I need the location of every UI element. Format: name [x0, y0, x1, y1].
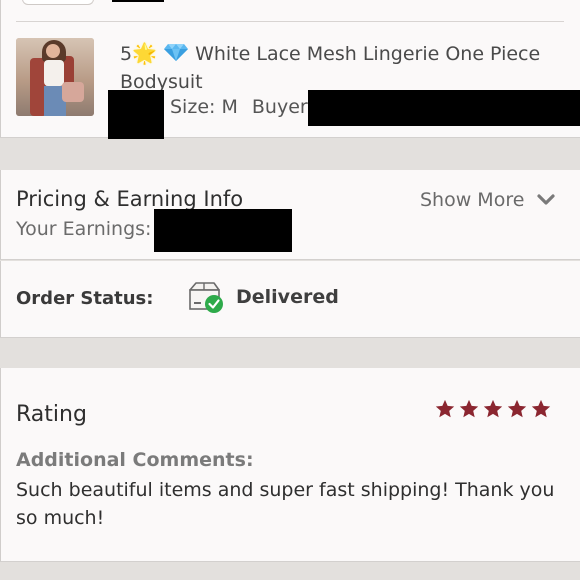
- earnings-label: Your Earnings:: [16, 218, 152, 240]
- section-separator: [0, 139, 580, 170]
- item-meta: Size: M Buyer:: [170, 96, 314, 118]
- gem-icon: [164, 44, 189, 61]
- divider: [16, 21, 564, 22]
- delivered-box-icon: [189, 282, 223, 313]
- item-title[interactable]: 5🌟 White Lace Mesh Lingerie One Piece Bo…: [120, 40, 570, 96]
- section-separator: [0, 563, 580, 580]
- chevron-down-icon[interactable]: [536, 193, 556, 207]
- top-edge: [0, 0, 580, 22]
- star-icon: [531, 399, 551, 418]
- rating-prefix: 5: [120, 43, 133, 65]
- glowing-star-icon: 🌟: [132, 41, 157, 65]
- section-separator: [0, 339, 580, 368]
- show-more-button[interactable]: Show More: [420, 189, 524, 211]
- rating-title: Rating: [16, 402, 87, 427]
- star-icon: [507, 399, 527, 418]
- pricing-title: Pricing & Earning Info: [16, 187, 244, 211]
- rating-stars: [434, 398, 552, 420]
- redaction-bar: [112, 0, 164, 2]
- item-thumbnail[interactable]: [16, 38, 94, 116]
- star-icon: [483, 399, 503, 418]
- star-icon: [459, 399, 479, 418]
- comment-text: Such beautiful items and super fast ship…: [16, 479, 555, 529]
- order-status-label: Order Status:: [16, 288, 154, 309]
- buyer-label: Buyer:: [251, 96, 314, 118]
- size-text: Size: M: [170, 96, 238, 118]
- redaction-bar: [154, 209, 292, 252]
- order-detail-page: 5🌟 White Lace Mesh Lingerie One Piece Bo…: [0, 0, 580, 580]
- comments-label: Additional Comments:: [16, 449, 254, 471]
- redaction-bar: [308, 90, 580, 126]
- star-icon: [435, 399, 455, 418]
- top-tab-outline: [22, 0, 94, 5]
- order-status-value: Delivered: [236, 286, 339, 308]
